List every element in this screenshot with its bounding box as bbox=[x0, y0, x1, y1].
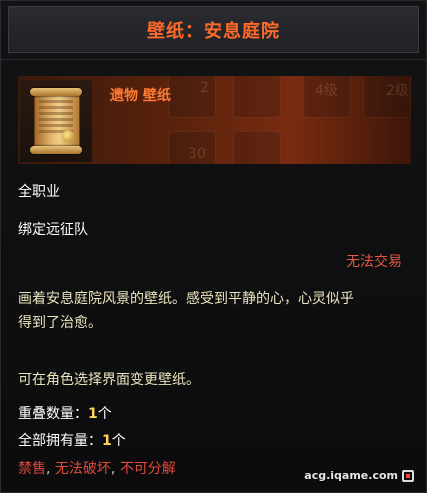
watermark: acg.iqame.com bbox=[304, 469, 414, 482]
scroll-rod-bottom bbox=[30, 146, 82, 154]
item-title: 壁纸：安息庭院 bbox=[147, 20, 280, 42]
scroll-seal bbox=[62, 130, 74, 142]
ghost-text: 30 bbox=[188, 146, 206, 162]
restriction-destroy: 无法破坏 bbox=[54, 461, 111, 477]
scroll-rod-top bbox=[30, 88, 82, 96]
watermark-logo-icon bbox=[402, 469, 414, 482]
restriction-separator: , bbox=[46, 461, 55, 477]
ghost-text: 2级 bbox=[386, 83, 409, 99]
ghost-slot bbox=[233, 131, 281, 164]
bind-status: 绑定远征队 bbox=[18, 222, 88, 238]
divider bbox=[1, 59, 427, 60]
restriction-sell: 禁售 bbox=[18, 461, 46, 477]
owned-label: 全部拥有量： bbox=[18, 433, 102, 449]
restriction-separator: , bbox=[110, 461, 120, 477]
title-bar: 壁纸：安息庭院 bbox=[8, 6, 419, 53]
item-tooltip: 壁纸：安息庭院 2 4级 2级 30 遗物 壁纸 全职业 绑定远征队 无法交易 … bbox=[0, 0, 427, 493]
stack-unit: 个 bbox=[97, 406, 112, 422]
ghost-slot bbox=[233, 76, 281, 118]
stack-quantity: 重叠数量：1个 bbox=[18, 403, 112, 423]
description-line: 得到了治愈。 bbox=[18, 315, 102, 331]
item-restrictions: 禁售, 无法破坏, 不可分解 bbox=[18, 458, 176, 478]
description-line: 画着安息庭院风景的壁纸。感受到平静的心，心灵似乎 bbox=[18, 291, 354, 307]
owned-quantity: 全部拥有量：1个 bbox=[18, 430, 126, 450]
item-description: 画着安息庭院风景的壁纸。感受到平静的心，心灵似乎 得到了治愈。 bbox=[18, 287, 413, 335]
ghost-text: 4级 bbox=[315, 83, 338, 99]
restriction-disassemble: 不可分解 bbox=[119, 461, 176, 477]
class-requirement: 全职业 bbox=[18, 184, 60, 200]
owned-unit: 个 bbox=[111, 433, 126, 449]
item-rarity-type: 遗物 壁纸 bbox=[110, 88, 171, 104]
usage-note: 可在角色选择界面变更壁纸。 bbox=[18, 368, 413, 392]
trade-status: 无法交易 bbox=[346, 254, 402, 270]
stack-value: 1 bbox=[88, 406, 98, 422]
stack-label: 重叠数量： bbox=[18, 406, 88, 422]
watermark-text: acg.iqame.com bbox=[304, 469, 398, 482]
scroll-icon bbox=[20, 80, 92, 162]
owned-value: 1 bbox=[102, 433, 112, 449]
item-header-panel: 2 4级 2级 30 遗物 壁纸 bbox=[18, 76, 411, 164]
ghost-text: 2 bbox=[200, 80, 209, 96]
description-line: 可在角色选择界面变更壁纸。 bbox=[18, 372, 200, 388]
